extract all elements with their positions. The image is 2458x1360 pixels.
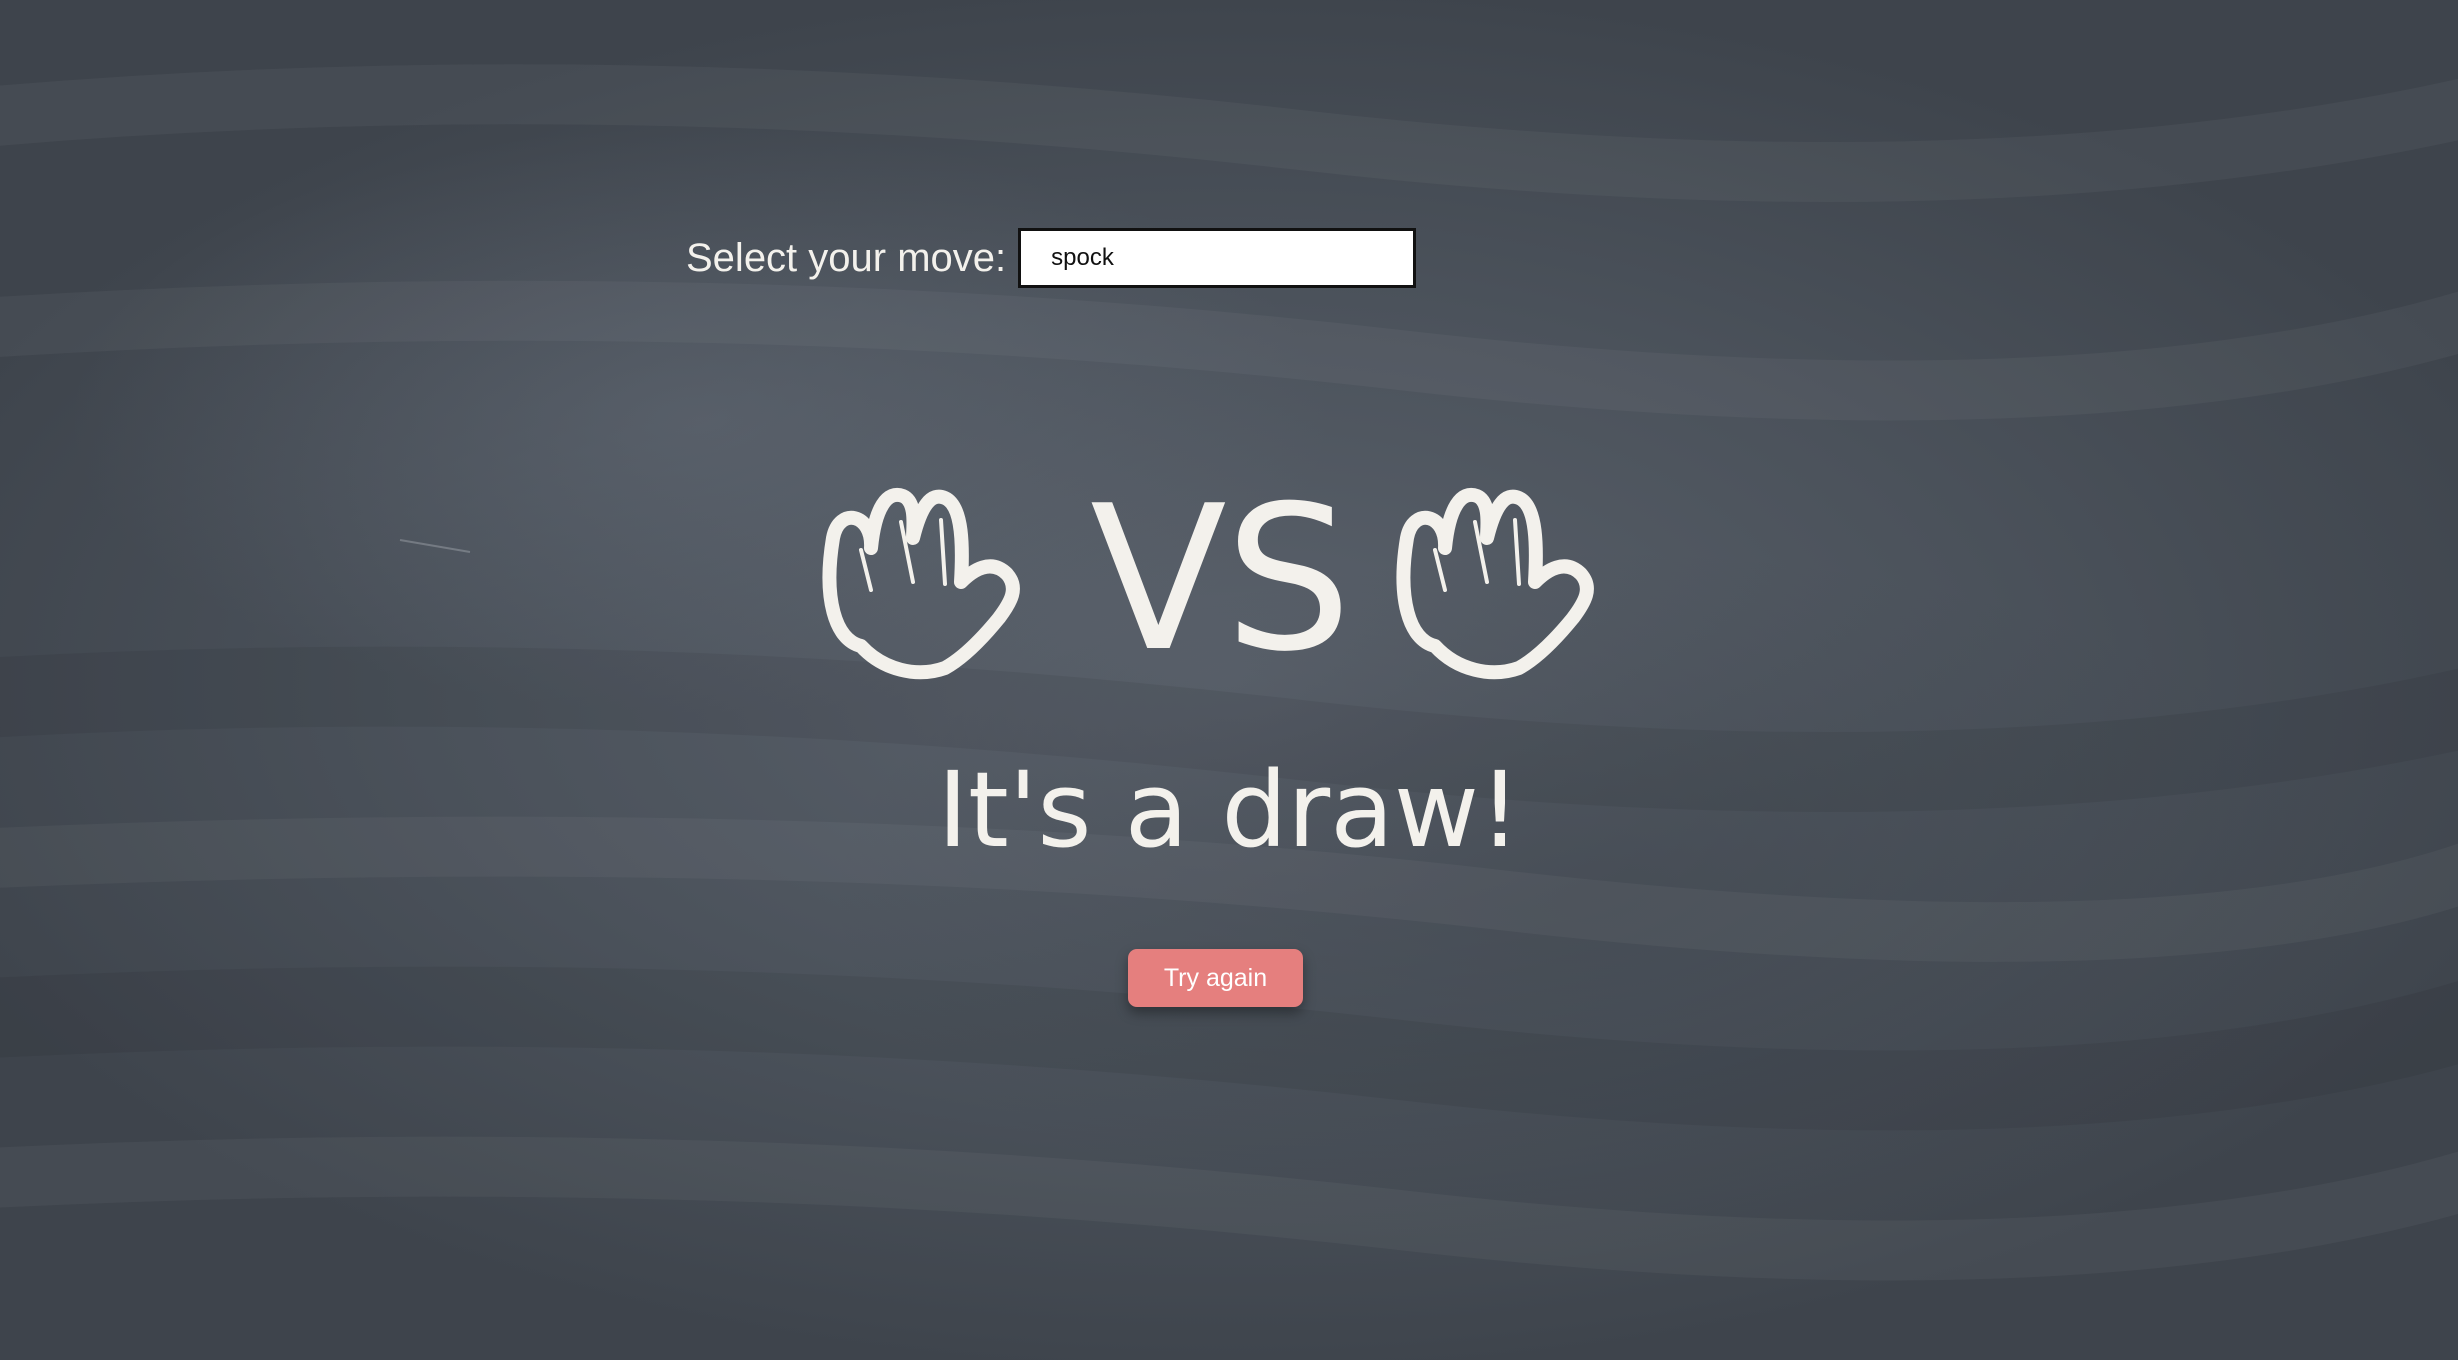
result-message: It's a draw! [937,749,1521,871]
move-selector-label: Select your move: [686,235,1007,280]
move-select-value: spock [1051,244,1114,271]
move-select[interactable]: spock [1018,228,1417,288]
versus-label: VS [1090,463,1352,696]
spock-hand-icon [1396,487,1594,680]
try-again-button[interactable]: Try again [1128,949,1303,1007]
spock-hand-icon [822,487,1020,680]
move-selector-row: Select your move: spock [686,226,1417,290]
